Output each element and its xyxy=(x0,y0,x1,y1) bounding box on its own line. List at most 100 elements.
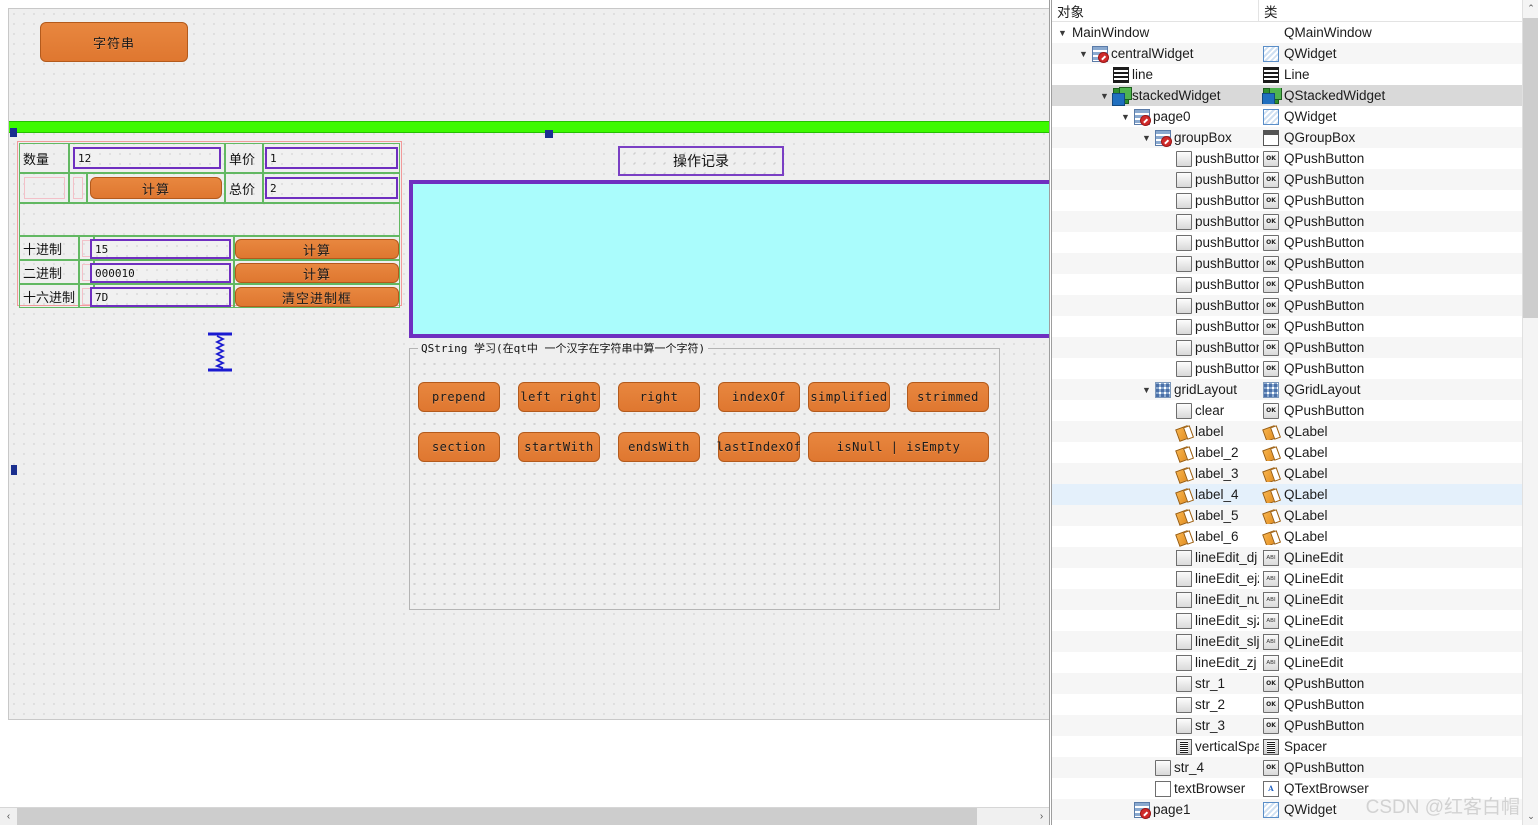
tree-row-class-cell: OK QPushButton xyxy=(1259,402,1538,419)
tree-row-pushButton_9[interactable]: pushButton_9 OK QPushButton xyxy=(1052,358,1538,379)
tree-row-lineEdit_zj[interactable]: lineEdit_zj ABI QLineEdit xyxy=(1052,652,1538,673)
lineedit-sljz[interactable]: 7D xyxy=(90,287,231,307)
tree-row-label[interactable]: label QLabel xyxy=(1052,421,1538,442)
line-icon xyxy=(1113,66,1129,83)
tree-row-lineEdit_dj[interactable]: lineEdit_dj ABI QLineEdit xyxy=(1052,547,1538,568)
tree-row-str_2[interactable]: str_2 OK QPushButton xyxy=(1052,694,1538,715)
tree-row-label_3[interactable]: label_3 QLabel xyxy=(1052,463,1538,484)
edge-selection-handle[interactable] xyxy=(11,465,17,475)
chevron-down-icon[interactable]: ▼ xyxy=(1119,106,1132,127)
lineedit-sjz[interactable]: 15 xyxy=(90,239,231,259)
tree-row-centralWidget[interactable]: ▼ centralWidget QWidget xyxy=(1052,43,1538,64)
qlabel-icon xyxy=(1263,487,1279,503)
tree-row-lineEdit_ejz[interactable]: lineEdit_ejz ABI QLineEdit xyxy=(1052,568,1538,589)
tree-row-lineEdit_sjz[interactable]: lineEdit_sjz ABI QLineEdit xyxy=(1052,610,1538,631)
btn-right[interactable]: right xyxy=(618,382,700,412)
tree-row-MainWindow[interactable]: ▼ MainWindow QMainWindow xyxy=(1052,22,1538,43)
text-browser[interactable] xyxy=(409,180,1049,338)
tree-row-str_4[interactable]: str_4 OK QPushButton xyxy=(1052,757,1538,778)
header-object-column[interactable]: 对象 xyxy=(1052,0,1259,21)
object-inspector-tree[interactable]: ▼ MainWindow QMainWindow ▼ centralWidget QWid… xyxy=(1052,22,1538,820)
h-scroll-track[interactable] xyxy=(17,808,1033,825)
tree-row-page0[interactable]: ▼ page0 QWidget xyxy=(1052,106,1538,127)
clear-radix-button[interactable]: 清空进制框 xyxy=(235,287,399,307)
chevron-down-icon[interactable]: ▼ xyxy=(1140,379,1153,400)
tree-row-lineEdit_sljz[interactable]: lineEdit_sljz ABI QLineEdit xyxy=(1052,631,1538,652)
btn-startwith[interactable]: startWith xyxy=(518,432,600,462)
scroll-left-icon[interactable]: ‹ xyxy=(0,808,17,825)
qstring-group-box[interactable]: QString 学习(在qt中 一个汉字在字符串中算一个字符) prepend … xyxy=(409,340,1000,610)
line-selection-handle[interactable] xyxy=(545,130,553,138)
btn-icon xyxy=(1176,276,1192,293)
h-scroll-thumb[interactable] xyxy=(17,808,977,825)
tree-row-label_5[interactable]: label_5 QLabel xyxy=(1052,505,1538,526)
tree-row-label_4[interactable]: label_4 QLabel xyxy=(1052,484,1538,505)
tree-row-pushButton_5[interactable]: pushButton_5 OK QPushButton xyxy=(1052,274,1538,295)
scroll-down-icon[interactable]: ⌄ xyxy=(1523,808,1538,825)
btn-left-right[interactable]: left right xyxy=(518,382,600,412)
scroll-right-icon[interactable]: › xyxy=(1033,808,1049,825)
lineedit-ejz[interactable]: 000010 xyxy=(90,263,231,283)
tree-row-str_1[interactable]: str_1 OK QPushButton xyxy=(1052,673,1538,694)
tree-class-label: QPushButton xyxy=(1284,151,1365,166)
tree-row-stackedWidget[interactable]: ▼ stackedWidget QStackedWidget xyxy=(1052,85,1538,106)
tree-item-label: lineEdit_ejz xyxy=(1195,571,1259,586)
btn-simplified[interactable]: simplified xyxy=(808,382,890,412)
tree-row-pushButton_4[interactable]: pushButton_4 OK QPushButton xyxy=(1052,253,1538,274)
lineedit-num[interactable]: 12 xyxy=(73,147,221,169)
tree-row-pushButton_6[interactable]: pushButton_6 OK QPushButton xyxy=(1052,295,1538,316)
tree-row-label_6[interactable]: label_6 QLabel xyxy=(1052,526,1538,547)
inspector-vertical-scrollbar[interactable]: ⌃ ⌄ xyxy=(1522,0,1538,825)
btn-endswith[interactable]: endsWith xyxy=(618,432,700,462)
tree-row-gridLayout[interactable]: ▼ gridLayout QGridLayout xyxy=(1052,379,1538,400)
chevron-down-icon[interactable]: ▼ xyxy=(1077,43,1090,64)
tree-row-pushButton_2[interactable]: pushButton_2 OK QPushButton xyxy=(1052,211,1538,232)
tree-item-label: pushButton_8 xyxy=(1195,340,1259,355)
calc-button-2[interactable]: 计算 xyxy=(235,239,399,259)
tree-row-verticalSpacer[interactable]: verticalSpacer Spacer xyxy=(1052,736,1538,757)
tree-row-name-cell: label_4 xyxy=(1052,484,1259,505)
tree-row-pushButton[interactable]: pushButton OK QPushButton xyxy=(1052,148,1538,169)
btn-strimmed[interactable]: strimmed xyxy=(907,382,989,412)
btn-lastindexof[interactable]: lastIndexOf xyxy=(717,432,801,462)
canvas-horizontal-scrollbar[interactable]: ‹ › xyxy=(0,807,1049,825)
v-scroll-thumb[interactable] xyxy=(1523,18,1538,318)
tree-row-pushButton_8[interactable]: pushButton_8 OK QPushButton xyxy=(1052,337,1538,358)
line-selection-handle-left[interactable] xyxy=(10,128,17,137)
calc-button-3[interactable]: 计算 xyxy=(235,263,399,283)
lineedit-dj[interactable]: 1 xyxy=(265,147,398,169)
scroll-up-icon[interactable]: ⌃ xyxy=(1523,0,1538,17)
tree-item-label: str_3 xyxy=(1195,718,1226,733)
string-button[interactable]: 字符串 xyxy=(40,22,188,62)
calc-button-1[interactable]: 计算 xyxy=(90,177,222,199)
tree-row-name-cell: textBrowser xyxy=(1052,778,1259,799)
watermark: CSDN @红客白帽 xyxy=(1365,797,1520,818)
tree-class-label: QLabel xyxy=(1284,508,1328,523)
chevron-down-icon[interactable]: ▼ xyxy=(1098,85,1111,106)
tree-row-lineEdit_num[interactable]: lineEdit_num ABI QLineEdit xyxy=(1052,589,1538,610)
lineedit-zj[interactable]: 2 xyxy=(265,177,398,199)
tree-row-pushButton_10[interactable]: pushButton_10 OK QPushButton xyxy=(1052,169,1538,190)
tree-row-clear[interactable]: clear OK QPushButton xyxy=(1052,400,1538,421)
tree-row-pushButton_11[interactable]: pushButton_11 OK QPushButton xyxy=(1052,190,1538,211)
tree-row-line[interactable]: line Line xyxy=(1052,64,1538,85)
design-form-surface[interactable]: 字符串 数量 单价 总价 十进制 二进制 十六进制 12 1 2 15 0000… xyxy=(8,8,1049,720)
vertical-spacer-icon[interactable] xyxy=(204,331,236,373)
tree-no-chevron xyxy=(1161,673,1174,694)
btn-isnull-isempty[interactable]: isNull | isEmpty xyxy=(808,432,989,462)
chevron-down-icon[interactable]: ▼ xyxy=(1056,22,1069,43)
line-widget[interactable] xyxy=(9,121,1049,133)
qlineedit-icon: ABI xyxy=(1263,633,1279,650)
btn-section[interactable]: section xyxy=(418,432,500,462)
tree-row-label_2[interactable]: label_2 QLabel xyxy=(1052,442,1538,463)
tree-row-str_3[interactable]: str_3 OK QPushButton xyxy=(1052,715,1538,736)
chevron-down-icon[interactable]: ▼ xyxy=(1140,127,1153,148)
tree-row-pushButton_3[interactable]: pushButton_3 OK QPushButton xyxy=(1052,232,1538,253)
tree-row-groupBox[interactable]: ▼ groupBox QGroupBox xyxy=(1052,127,1538,148)
op-record-label[interactable]: 操作记录 xyxy=(618,146,784,176)
tree-no-chevron xyxy=(1161,421,1174,442)
btn-indexof[interactable]: indexOf xyxy=(718,382,800,412)
btn-prepend[interactable]: prepend xyxy=(418,382,500,412)
header-class-column[interactable]: 类 xyxy=(1259,0,1538,21)
tree-row-pushButton_7[interactable]: pushButton_7 OK QPushButton xyxy=(1052,316,1538,337)
